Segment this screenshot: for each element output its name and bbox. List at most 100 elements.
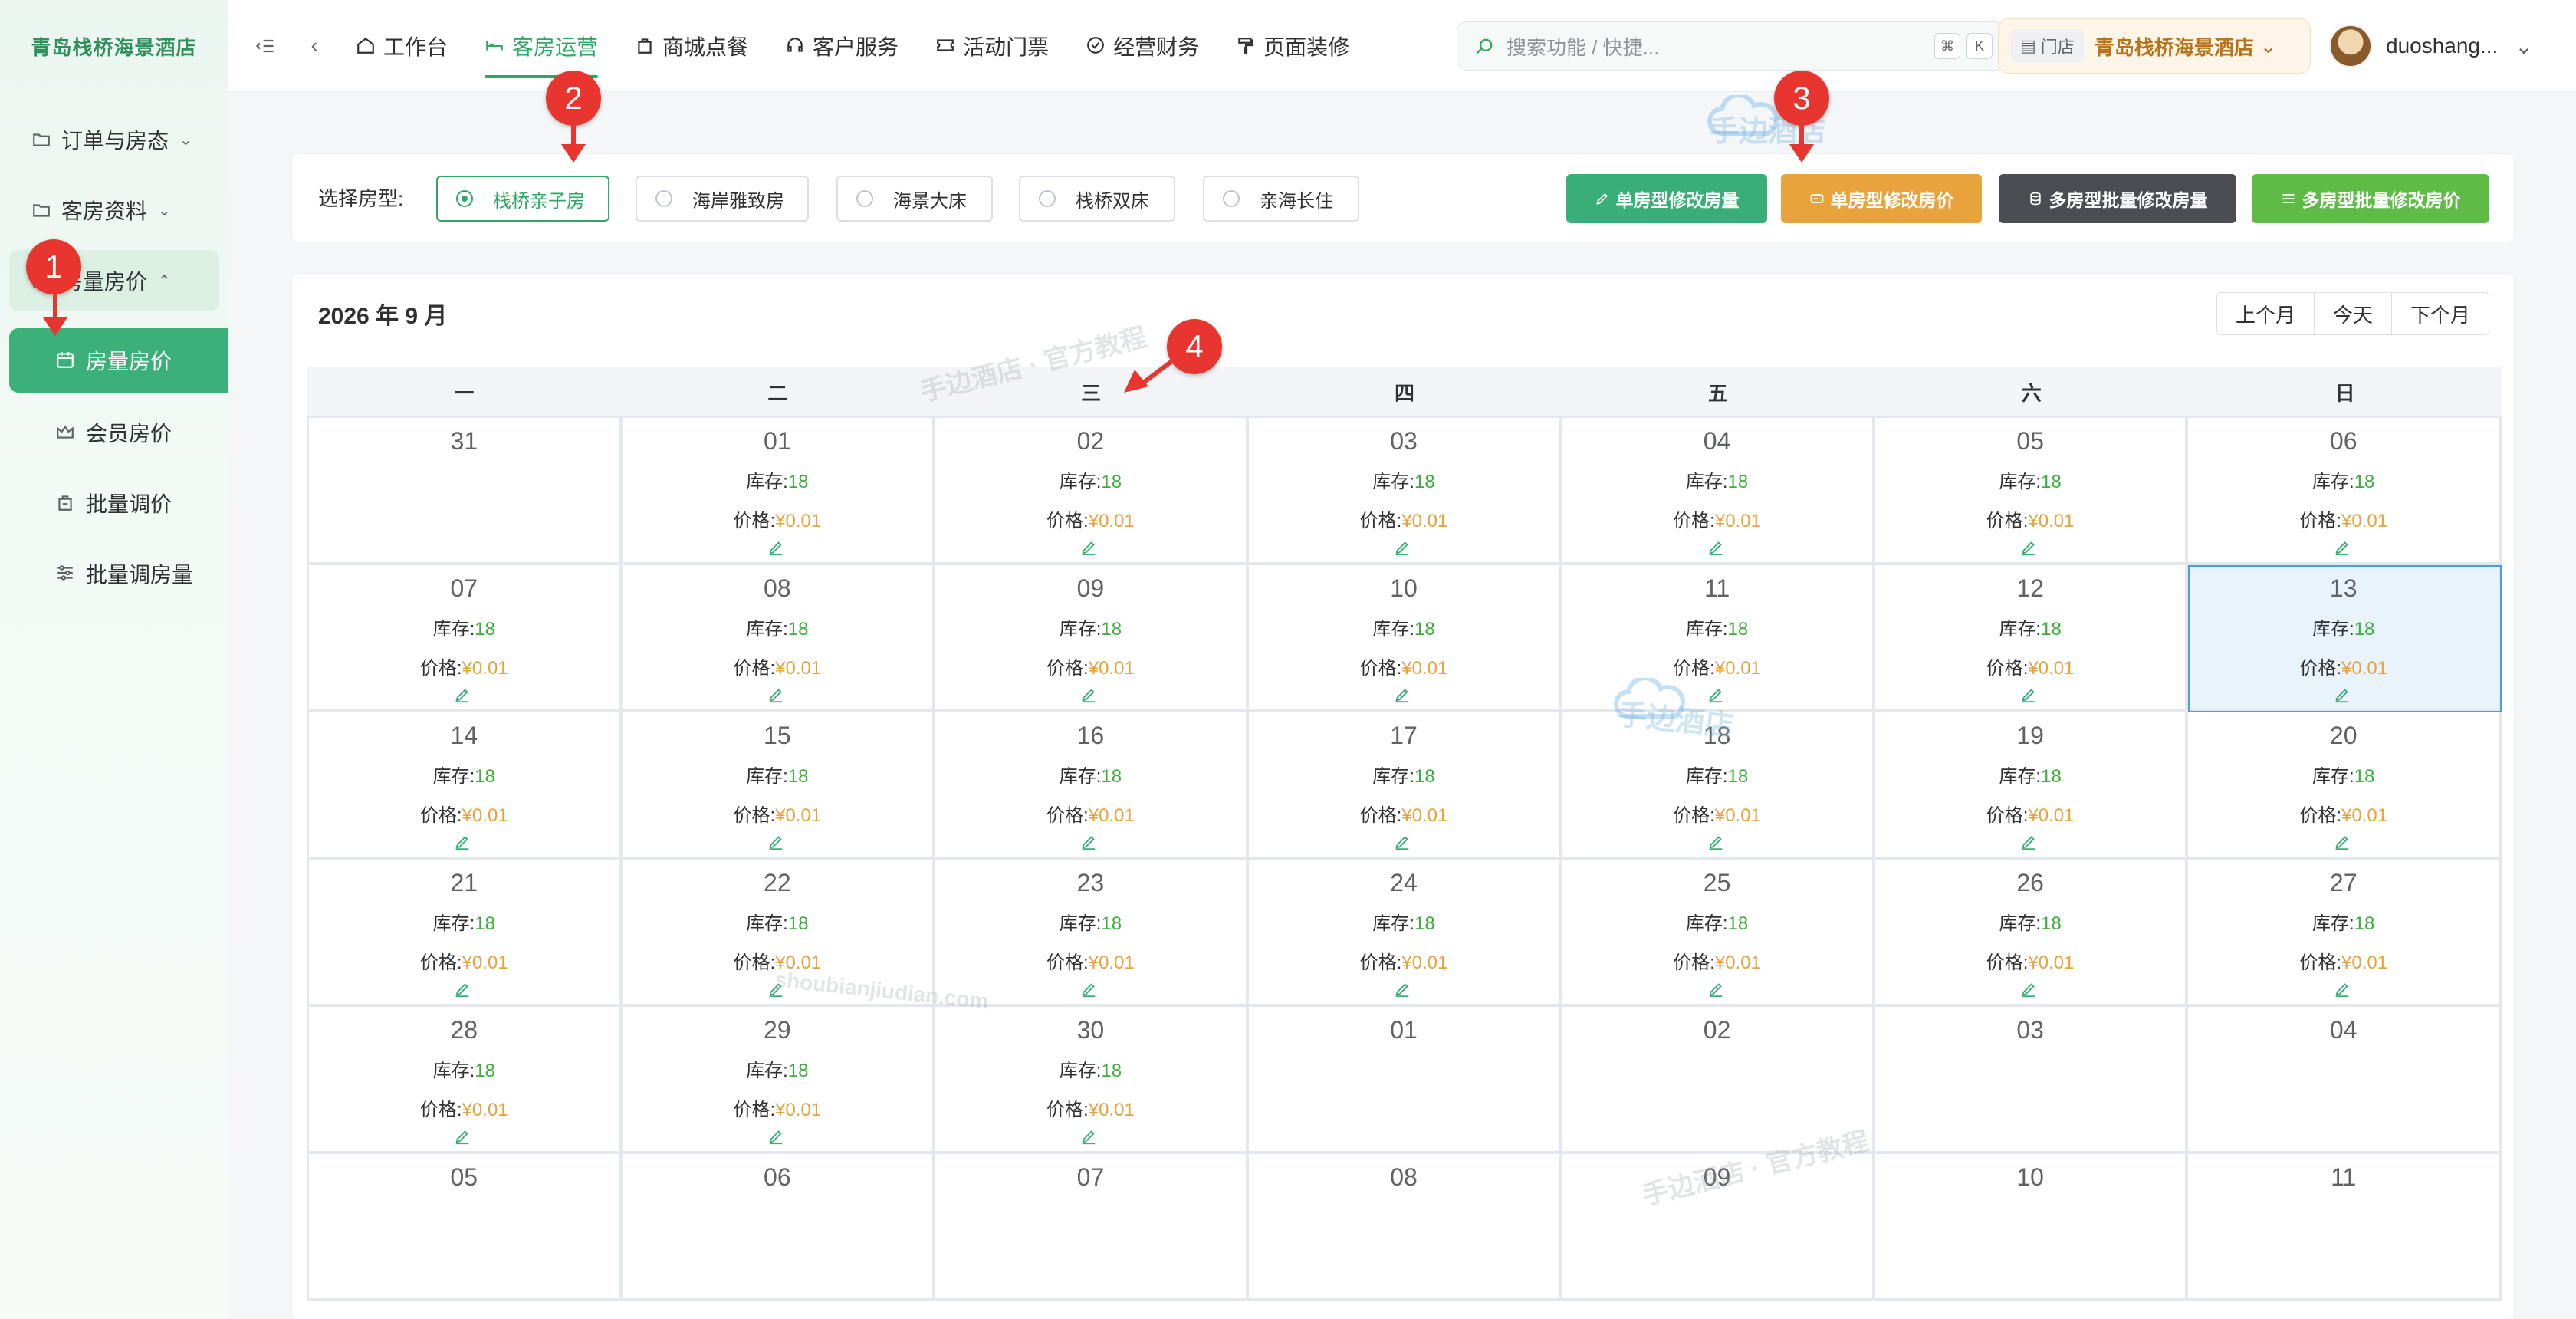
calendar-day-cell[interactable]: 21 库存:18 价格:¥0.01 — [309, 860, 623, 1007]
edit-pencil-icon[interactable] — [1394, 981, 1414, 1001]
calendar-day-cell[interactable]: 28 库存:18 价格:¥0.01 — [309, 1007, 623, 1154]
edit-pencil-icon[interactable] — [2334, 539, 2354, 559]
calendar-day-cell[interactable]: 06 库存:18 价格:¥0.01 — [2188, 418, 2502, 565]
nav-finance[interactable]: 经营财务 — [1067, 0, 1217, 92]
calendar-day-cell[interactable]: 10 — [1875, 1154, 2189, 1301]
calendar-day-cell[interactable]: 26 库存:18 价格:¥0.01 — [1875, 860, 2189, 1007]
submenu-member-price[interactable]: 会员房价 — [9, 400, 228, 465]
calendar-day-cell[interactable]: 30 库存:18 价格:¥0.01 — [935, 1007, 1249, 1154]
next-month-button[interactable]: 下个月 — [2391, 292, 2489, 335]
edit-pencil-icon[interactable] — [2334, 981, 2354, 1001]
edit-pencil-icon[interactable] — [454, 1128, 474, 1148]
menu-room-info[interactable]: 客房资料 ⌄ — [9, 179, 219, 241]
edit-pencil-icon[interactable] — [454, 981, 474, 1001]
nav-mall-order[interactable]: 商城点餐 — [616, 0, 767, 92]
edit-pencil-icon[interactable] — [2334, 834, 2354, 854]
calendar-day-cell[interactable]: 08 — [1248, 1154, 1562, 1301]
calendar-day-cell[interactable]: 17 库存:18 价格:¥0.01 — [1248, 712, 1562, 860]
room-type-option[interactable]: 栈桥双床 — [1019, 176, 1175, 222]
store-selector[interactable]: ▤ 门店 青岛栈桥海景酒店 ⌄ — [1998, 18, 2311, 74]
calendar-day-cell[interactable]: 05 库存:18 价格:¥0.01 — [1875, 418, 2189, 565]
room-type-option[interactable]: 亲海长住 — [1203, 176, 1359, 222]
calendar-day-cell[interactable]: 08 库存:18 价格:¥0.01 — [622, 565, 936, 712]
edit-pencil-icon[interactable] — [1080, 539, 1100, 559]
edit-pencil-icon[interactable] — [2020, 981, 2040, 1001]
nav-customer-service[interactable]: 客户服务 — [767, 0, 917, 92]
calendar-day-cell[interactable]: 11 — [2188, 1154, 2502, 1301]
calendar-day-cell[interactable]: 14 库存:18 价格:¥0.01 — [309, 712, 623, 860]
weekday-label: 四 — [1394, 381, 1414, 405]
edit-pencil-icon[interactable] — [2020, 834, 2040, 854]
edit-pencil-icon[interactable] — [1707, 981, 1727, 1001]
room-type-option[interactable]: 海景大床 — [836, 176, 993, 222]
single-room-inventory-button[interactable]: 单房型修改房量 — [1566, 174, 1767, 223]
nav-workbench[interactable]: 工作台 — [337, 0, 466, 92]
menu-orders-room-status[interactable]: 订单与房态 ⌄ — [9, 109, 219, 170]
submenu-batch-price[interactable]: 批量调价 — [9, 471, 228, 535]
user-menu[interactable]: duoshang... ⌄ — [2329, 18, 2533, 74]
nav-page-decoration[interactable]: 页面装修 — [1217, 0, 1368, 92]
edit-pencil-icon[interactable] — [2020, 686, 2040, 706]
edit-pencil-icon[interactable] — [1080, 834, 1100, 854]
calendar-day-cell[interactable]: 20 库存:18 价格:¥0.01 — [2188, 712, 2502, 860]
edit-pencil-icon[interactable] — [1394, 539, 1414, 559]
edit-pencil-icon[interactable] — [1080, 981, 1100, 1001]
calendar-day-cell[interactable]: 16 库存:18 价格:¥0.01 — [935, 712, 1249, 860]
edit-pencil-icon[interactable] — [1394, 834, 1414, 854]
calendar-day-cell[interactable]: 02 库存:18 价格:¥0.01 — [935, 418, 1249, 565]
edit-pencil-icon[interactable] — [2334, 686, 2354, 706]
calendar-day-cell[interactable]: 01 — [1248, 1007, 1562, 1154]
calendar-day-cell[interactable]: 05 — [309, 1154, 623, 1301]
calendar-day-cell[interactable]: 07 库存:18 价格:¥0.01 — [309, 565, 623, 712]
submenu-batch-inventory[interactable]: 批量调房量 — [9, 541, 228, 606]
calendar-day-cell[interactable]: 23 库存:18 价格:¥0.01 — [935, 860, 1249, 1007]
calendar-day-cell[interactable]: 13 库存:18 价格:¥0.01 — [2188, 565, 2502, 712]
chevron-left-icon[interactable]: ‹ — [299, 31, 330, 61]
submenu-inventory-price[interactable]: 房量房价 — [9, 328, 228, 393]
calendar-day-cell[interactable]: 25 库存:18 价格:¥0.01 — [1562, 860, 1875, 1007]
calendar-day-cell[interactable]: 07 — [935, 1154, 1249, 1301]
calendar-day-cell[interactable]: 10 库存:18 价格:¥0.01 — [1248, 565, 1562, 712]
collapse-menu-icon[interactable] — [250, 31, 281, 61]
calendar-day-cell[interactable]: 29 库存:18 价格:¥0.01 — [622, 1007, 936, 1154]
calendar-day-cell[interactable]: 19 库存:18 价格:¥0.01 — [1875, 712, 2189, 860]
single-room-price-button[interactable]: 单房型修改房价 — [1781, 174, 1982, 223]
edit-pencil-icon[interactable] — [1080, 1128, 1100, 1148]
calendar-day-cell[interactable]: 11 库存:18 价格:¥0.01 — [1562, 565, 1875, 712]
room-type-option[interactable]: 栈桥亲子房 — [436, 176, 610, 222]
calendar-day-cell[interactable]: 31 — [309, 418, 623, 565]
calendar-day-cell[interactable]: 04 — [2188, 1007, 2502, 1154]
edit-pencil-icon[interactable] — [1707, 834, 1727, 854]
calendar-day-cell[interactable]: 06 — [622, 1154, 936, 1301]
prev-month-button[interactable]: 上个月 — [2216, 292, 2315, 335]
edit-pencil-icon[interactable] — [1080, 686, 1100, 706]
edit-pencil-icon[interactable] — [1394, 686, 1414, 706]
multi-room-inventory-button[interactable]: 多房型批量修改房量 — [1999, 174, 2236, 223]
nav-room-operation[interactable]: 客房运营 — [466, 0, 616, 92]
day-number: 06 — [2329, 427, 2358, 455]
calendar-day-cell[interactable]: 09 库存:18 价格:¥0.01 — [935, 565, 1249, 712]
calendar-day-cell[interactable]: 03 库存:18 价格:¥0.01 — [1248, 418, 1562, 565]
edit-pencil-icon[interactable] — [454, 834, 474, 854]
day-number: 08 — [1390, 1163, 1418, 1191]
calendar-day-cell[interactable]: 04 库存:18 价格:¥0.01 — [1562, 418, 1875, 565]
stock-value: 18 — [1101, 472, 1122, 492]
edit-pencil-icon[interactable] — [2020, 539, 2040, 559]
edit-pencil-icon[interactable] — [1707, 539, 1727, 559]
edit-pencil-icon[interactable] — [767, 1128, 787, 1148]
multi-room-price-button[interactable]: 多房型批量修改房价 — [2252, 174, 2489, 223]
calendar-day-cell[interactable]: 03 — [1875, 1007, 2189, 1154]
edit-pencil-icon[interactable] — [454, 686, 474, 706]
edit-pencil-icon[interactable] — [767, 539, 787, 559]
nav-event-tickets[interactable]: 活动门票 — [917, 0, 1067, 92]
edit-pencil-icon[interactable] — [767, 834, 787, 854]
today-button[interactable]: 今天 — [2314, 292, 2392, 335]
room-type-option[interactable]: 海岸雅致房 — [636, 176, 809, 222]
calendar-day-cell[interactable]: 01 库存:18 价格:¥0.01 — [622, 418, 936, 565]
calendar-day-cell[interactable]: 27 库存:18 价格:¥0.01 — [2188, 860, 2502, 1007]
calendar-day-cell[interactable]: 24 库存:18 价格:¥0.01 — [1248, 860, 1562, 1007]
calendar-day-cell[interactable]: 12 库存:18 价格:¥0.01 — [1875, 565, 2189, 712]
edit-pencil-icon[interactable] — [767, 686, 787, 706]
search-input[interactable]: 搜索功能 / 快捷... ⌘ K — [1457, 21, 2006, 71]
calendar-day-cell[interactable]: 15 库存:18 价格:¥0.01 — [622, 712, 936, 860]
